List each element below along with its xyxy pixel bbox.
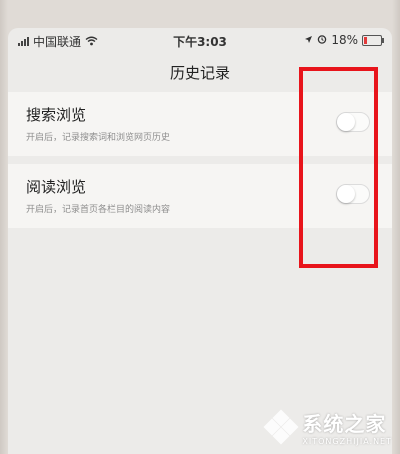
setting-description: 开启后，记录搜索词和浏览网页历史: [26, 133, 171, 143]
setting-title: 搜索浏览: [26, 106, 87, 124]
battery-icon: [362, 34, 384, 46]
battery-fill: [364, 36, 367, 44]
page-title: 历史记录: [169, 64, 230, 82]
status-bar: 中国联通 下午3:03 18%: [8, 30, 392, 50]
setting-title: 阅读浏览: [26, 178, 87, 196]
watermark-name: 系统之家: [302, 412, 387, 436]
status-right: 18%: [304, 33, 384, 47]
watermark-logo-icon: [263, 409, 299, 445]
watermark-text: 系统之家 XITONGZHIJIA.NET: [302, 408, 392, 446]
setting-description: 开启后，记录首页各栏目的阅读内容: [26, 205, 171, 215]
battery-percent: 18%: [331, 33, 358, 47]
highlight-box: [299, 67, 378, 268]
watermark-domain: XITONGZHIJIA.NET: [302, 437, 392, 446]
watermark: 系统之家 XITONGZHIJIA.NET: [263, 408, 392, 446]
location-icon: [304, 33, 313, 47]
alarm-icon: [317, 33, 327, 47]
